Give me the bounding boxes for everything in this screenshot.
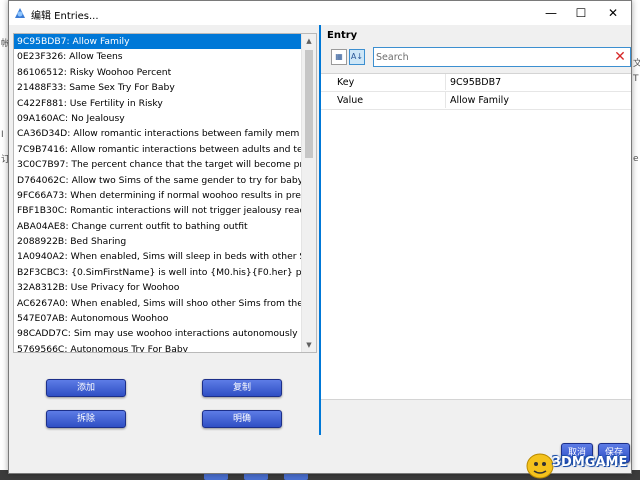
list-item[interactable]: D764062C: Allow two Sims of the same gen… xyxy=(14,173,302,188)
list-item[interactable]: B2F3CBC3: {0.SimFirstName} is well into … xyxy=(14,265,302,280)
list-item[interactable]: 3C0C7B97: The percent chance that the ta… xyxy=(14,157,302,172)
app-icon xyxy=(15,8,25,18)
edit-entries-dialog: 编辑 Entries... — ☐ ✕ 9C95BDB7: Allow Fami… xyxy=(8,0,632,474)
list-item[interactable]: 0E23F326: Allow Teens xyxy=(14,49,302,64)
list-item[interactable]: 9FC66A73: When determining if normal woo… xyxy=(14,188,302,203)
list-item[interactable]: CA36D34D: Allow romantic interactions be… xyxy=(14,126,302,141)
list-item[interactable]: 2088922B: Bed Sharing xyxy=(14,234,302,249)
list-item[interactable]: 21488F33: Same Sex Try For Baby xyxy=(14,80,302,95)
add-button[interactable]: 添加 xyxy=(46,379,126,397)
list-item[interactable]: 5769566C: Autonomous Try For Baby xyxy=(14,342,302,352)
entries-list-items: 9C95BDB7: Allow Family 0E23F326: Allow Te… xyxy=(14,34,302,352)
close-icon: ✕ xyxy=(607,6,619,20)
property-name: Key xyxy=(337,77,355,88)
panel-title: Entry xyxy=(327,30,358,41)
clear-search-icon[interactable]: ✕ xyxy=(613,49,627,65)
property-name: Value xyxy=(337,95,364,106)
search-box[interactable]: ✕ xyxy=(373,47,631,67)
close-button[interactable]: ✕ xyxy=(597,1,629,25)
scroll-down-icon[interactable]: ▼ xyxy=(302,338,316,352)
list-item[interactable]: AC6267A0: When enabled, Sims will shoo o… xyxy=(14,296,302,311)
scroll-up-icon[interactable]: ▲ xyxy=(302,34,316,48)
maximize-button[interactable]: ☐ xyxy=(565,1,597,25)
grid-row-key[interactable]: Key 9C95BDB7 xyxy=(321,74,631,92)
list-item[interactable]: 1A0940A2: When enabled, Sims will sleep … xyxy=(14,249,302,264)
minimize-icon: — xyxy=(545,6,557,20)
window-title: 编辑 Entries... xyxy=(31,11,99,22)
copy-button[interactable]: 复制 xyxy=(202,379,282,397)
entry-properties-panel: Entry ▦ A↓ ✕ Key 9C95BDB7 Value Allow Fa… xyxy=(319,25,631,436)
scrollbar-thumb[interactable] xyxy=(305,50,313,158)
property-value-value[interactable]: Allow Family xyxy=(445,92,634,108)
search-input[interactable] xyxy=(376,50,606,64)
delete-button[interactable]: 拆除 xyxy=(46,410,126,428)
grid-row-value[interactable]: Value Allow Family xyxy=(321,92,631,110)
property-description-area xyxy=(321,399,631,436)
list-item[interactable]: ABA04AE8: Change current outfit to bathi… xyxy=(14,219,302,234)
list-item[interactable]: 98CADD7C: Sim may use woohoo interaction… xyxy=(14,326,302,341)
property-value-key[interactable]: 9C95BDB7 xyxy=(445,74,634,90)
sort-alphabetical-icon[interactable]: A↓ xyxy=(349,49,365,65)
property-grid: Key 9C95BDB7 Value Allow Family xyxy=(321,73,631,400)
title-bar[interactable]: 编辑 Entries... — ☐ ✕ xyxy=(9,1,631,25)
list-item[interactable]: C422F881: Use Fertility in Risky xyxy=(14,96,302,111)
watermark-text: 3DMGAME xyxy=(552,455,628,470)
list-item[interactable]: FBF1B30C: Romantic interactions will not… xyxy=(14,203,302,218)
categorized-view-icon[interactable]: ▦ xyxy=(331,49,347,65)
list-item-selected[interactable]: 9C95BDB7: Allow Family xyxy=(14,34,302,50)
list-item[interactable]: 547E07AB: Autonomous Woohoo xyxy=(14,311,302,326)
background-window-right: 文Te xyxy=(632,0,640,480)
maximize-icon: ☐ xyxy=(575,6,587,20)
list-item[interactable]: 86106512: Risky Woohoo Percent xyxy=(14,65,302,80)
list-scrollbar[interactable]: ▲ ▼ xyxy=(301,34,316,352)
list-item[interactable]: 09A160AC: No Jealousy xyxy=(14,111,302,126)
confirm-button[interactable]: 明确 xyxy=(202,410,282,428)
minimize-button[interactable]: — xyxy=(535,1,567,25)
entries-list[interactable]: 9C95BDB7: Allow Family 0E23F326: Allow Te… xyxy=(13,33,317,353)
list-item[interactable]: 32A8312B: Use Privacy for Woohoo xyxy=(14,280,302,295)
list-item[interactable]: 7C9B7416: Allow romantic interactions be… xyxy=(14,142,302,157)
